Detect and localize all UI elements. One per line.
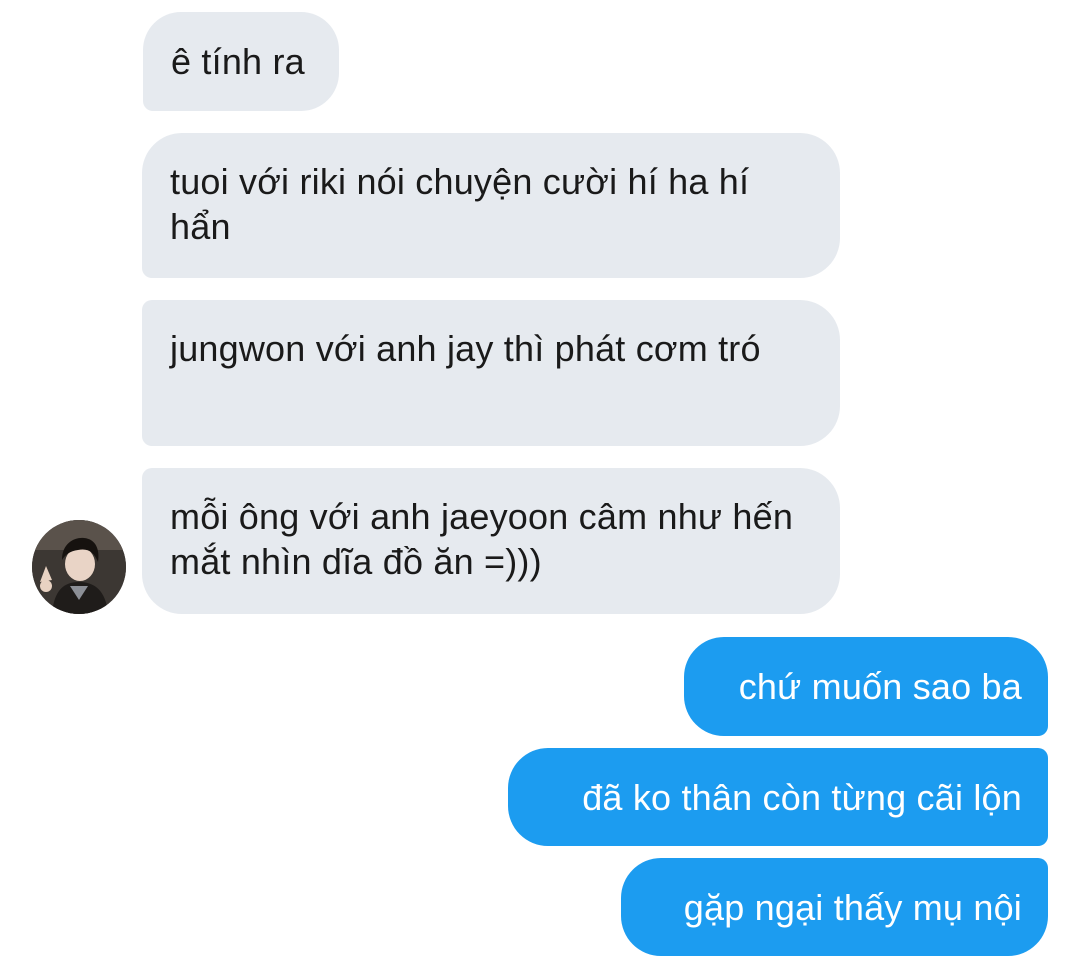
outgoing-message[interactable]: chứ muốn sao ba — [684, 637, 1048, 736]
message-text: mỗi ông với anh jaeyoon câm như hến mắt … — [170, 496, 794, 582]
message-text: ê tính ra — [171, 41, 305, 82]
outgoing-message[interactable]: đã ko thân còn từng cãi lộn — [508, 748, 1048, 846]
incoming-message[interactable]: mỗi ông với anh jaeyoon câm như hến mắt … — [142, 468, 840, 614]
incoming-message[interactable]: tuoi với riki nói chuyện cười hí ha hí h… — [142, 133, 840, 278]
message-text: jungwon với anh jay thì phát cơm tró — [170, 328, 761, 369]
message-text: chứ muốn sao ba — [738, 666, 1022, 707]
contact-avatar[interactable] — [32, 520, 126, 614]
message-text: gặp ngại thấy mụ nội — [683, 887, 1022, 928]
message-text: tuoi với riki nói chuyện cười hí ha hí h… — [170, 161, 750, 247]
incoming-message[interactable]: jungwon với anh jay thì phát cơm tró — [142, 300, 840, 446]
incoming-message[interactable]: ê tính ra — [143, 12, 339, 111]
message-text: đã ko thân còn từng cãi lộn — [582, 777, 1022, 818]
contact-photo-icon — [32, 520, 126, 614]
outgoing-message[interactable]: gặp ngại thấy mụ nội — [621, 858, 1048, 956]
